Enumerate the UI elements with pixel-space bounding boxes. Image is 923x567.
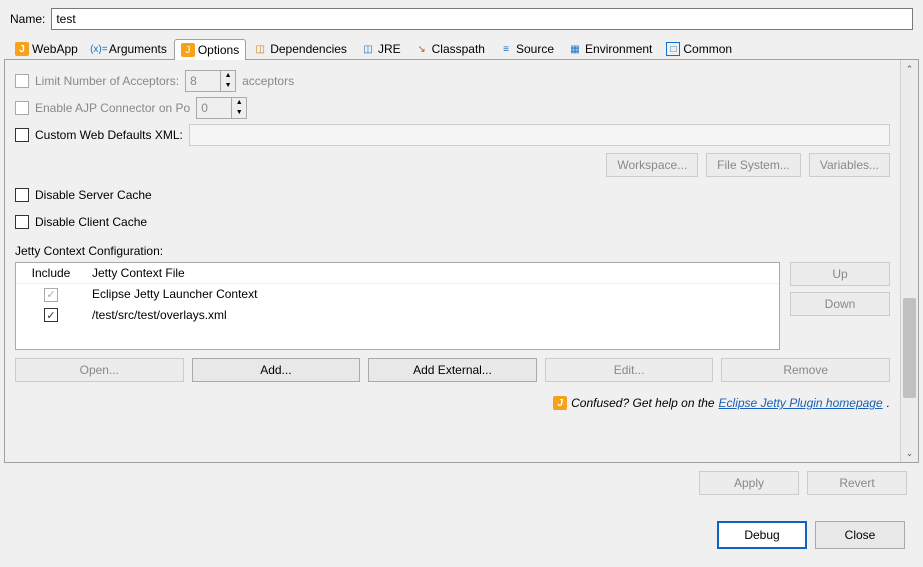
jetty-icon: J [553,396,567,410]
vertical-scrollbar[interactable]: ⌃ ⌄ [900,60,918,462]
tab-label: WebApp [32,42,78,56]
tab-jre[interactable]: ◫JRE [354,38,408,59]
up-button: Up [790,262,890,286]
tab-label: Arguments [109,42,167,56]
context-file-cell: Eclipse Jetty Launcher Context [86,284,779,305]
tab-label: Environment [585,42,652,56]
jre-icon: ◫ [361,42,375,56]
include-checkbox[interactable]: ✓ [44,308,58,322]
close-button[interactable]: Close [815,521,905,549]
ajp-port-value [197,98,231,118]
disable-server-cache-checkbox[interactable] [15,188,29,202]
apply-button: Apply [699,471,799,495]
down-button: Down [790,292,890,316]
jetty-context-label: Jetty Context Configuration: [15,244,890,258]
tab-options[interactable]: JOptions [174,39,246,60]
spin-up-icon: ▲ [232,98,246,108]
arguments-icon: (x)= [92,42,106,56]
tab-label: Options [198,43,239,57]
options-icon: J [181,43,195,57]
enable-ajp-label: Enable AJP Connector on Po [35,101,190,115]
revert-button: Revert [807,471,907,495]
limit-acceptors-checkbox [15,74,29,88]
tab-source[interactable]: ≡Source [492,38,561,59]
tab-label: Dependencies [270,42,347,56]
spin-up-icon: ▲ [221,71,235,81]
dependencies-icon: ◫ [253,42,267,56]
source-icon: ≡ [499,42,513,56]
spin-down-icon: ▼ [221,81,235,91]
disable-client-cache-label: Disable Client Cache [35,215,147,229]
custom-defaults-checkbox[interactable] [15,128,29,142]
name-input[interactable] [51,8,913,30]
tab-classpath[interactable]: ↘Classpath [408,38,492,59]
common-icon: □ [666,42,680,56]
help-text-suffix: . [887,396,890,410]
scroll-up-icon[interactable]: ⌃ [901,60,918,78]
webapp-icon: J [15,42,29,56]
limit-acceptors-value [186,71,220,91]
help-text-prefix: Confused? Get help on the [571,396,714,410]
name-label: Name: [10,12,45,26]
tab-environment[interactable]: ▦Environment [561,38,659,59]
tab-arguments[interactable]: (x)=Arguments [85,38,174,59]
context-file-cell: /test/src/test/overlays.xml [86,305,779,326]
table-row[interactable]: ✓ /test/src/test/overlays.xml [16,305,779,326]
filesystem-button: File System... [706,153,801,177]
limit-acceptors-spinner: ▲▼ [185,70,236,92]
tab-webapp[interactable]: JWebApp [8,38,85,59]
limit-acceptors-label: Limit Number of Acceptors: [35,74,179,88]
disable-client-cache-checkbox[interactable] [15,215,29,229]
open-button: Open... [15,358,184,382]
disable-server-cache-label: Disable Server Cache [35,188,152,202]
help-link[interactable]: Eclipse Jetty Plugin homepage [719,396,883,410]
scroll-track[interactable] [901,78,918,444]
variables-button: Variables... [809,153,890,177]
remove-button: Remove [721,358,890,382]
tab-label: Common [683,42,732,56]
custom-defaults-field [189,124,890,146]
add-button[interactable]: Add... [192,358,361,382]
col-file-header: Jetty Context File [86,263,779,283]
classpath-icon: ↘ [415,42,429,56]
scroll-down-icon[interactable]: ⌄ [901,444,918,462]
check-icon: ✓ [46,288,55,301]
spin-down-icon: ▼ [232,108,246,118]
debug-button[interactable]: Debug [717,521,807,549]
table-row[interactable]: ✓ Eclipse Jetty Launcher Context [16,284,779,305]
tab-common[interactable]: □Common [659,38,739,59]
tab-bar: JWebApp (x)=Arguments JOptions ◫Dependen… [4,38,919,60]
scroll-thumb[interactable] [903,298,916,398]
environment-icon: ▦ [568,42,582,56]
include-checkbox: ✓ [44,288,58,302]
workspace-button: Workspace... [606,153,698,177]
tab-dependencies[interactable]: ◫Dependencies [246,38,354,59]
acceptors-suffix: acceptors [242,74,294,88]
custom-defaults-label: Custom Web Defaults XML: [35,128,183,142]
context-table: Include Jetty Context File ✓ Eclipse Jet… [15,262,780,350]
ajp-port-spinner: ▲▼ [196,97,247,119]
col-include-header: Include [16,263,86,283]
tab-label: Classpath [432,42,485,56]
add-external-button[interactable]: Add External... [368,358,537,382]
edit-button: Edit... [545,358,714,382]
enable-ajp-checkbox [15,101,29,115]
tab-label: Source [516,42,554,56]
check-icon: ✓ [46,309,55,322]
tab-label: JRE [378,42,401,56]
